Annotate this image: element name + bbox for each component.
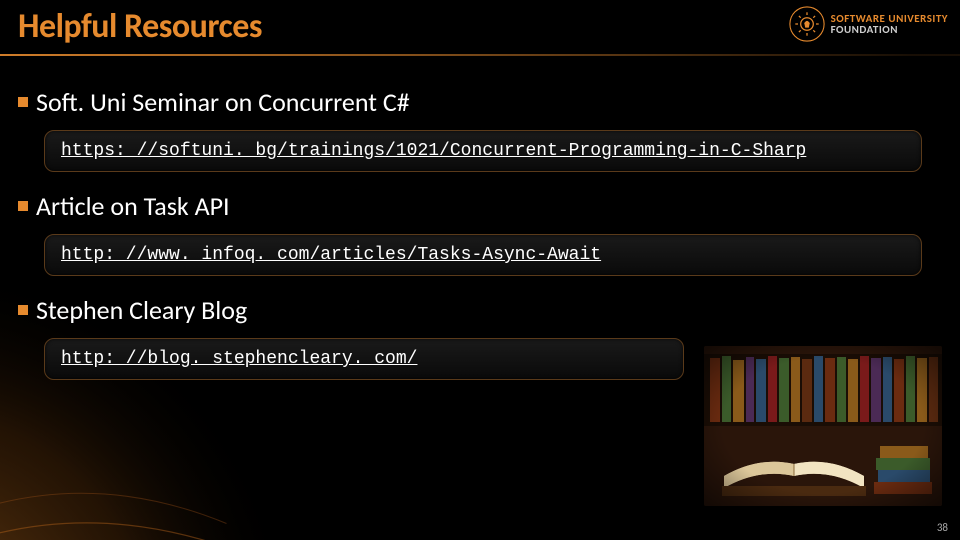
bullet-text: Soft. Uni Seminar on Concurrent C# — [36, 86, 410, 118]
resource-link[interactable]: http: //blog. stephencleary. com/ — [61, 349, 417, 369]
page-number: 38 — [937, 521, 948, 534]
lightbulb-gear-icon — [789, 6, 825, 42]
bullet-item: Soft. Uni Seminar on Concurrent C# — [18, 86, 942, 118]
slide-title: Helpful Resources — [18, 6, 262, 47]
slide: Helpful Resources SOFTWARE — [0, 0, 960, 540]
brand-line2: FOUNDATION — [831, 24, 948, 35]
link-box: http: //www. infoq. com/articles/Tasks-A… — [44, 234, 922, 276]
brand-text: SOFTWARE UNIVERSITY FOUNDATION — [831, 13, 948, 35]
books-photo — [704, 346, 942, 506]
resource-link[interactable]: http: //www. infoq. com/articles/Tasks-A… — [61, 245, 601, 265]
bullet-text: Article on Task API — [36, 190, 230, 222]
square-bullet-icon — [18, 97, 28, 107]
title-underline — [0, 54, 960, 56]
square-bullet-icon — [18, 201, 28, 211]
link-box: http: //blog. stephencleary. com/ — [44, 338, 684, 380]
link-box: https: //softuni. bg/trainings/1021/Conc… — [44, 130, 922, 172]
resource-link[interactable]: https: //softuni. bg/trainings/1021/Conc… — [61, 141, 806, 161]
brand-logo: SOFTWARE UNIVERSITY FOUNDATION — [789, 6, 948, 42]
square-bullet-icon — [18, 305, 28, 315]
bullet-item: Stephen Cleary Blog — [18, 294, 942, 326]
bullet-text: Stephen Cleary Blog — [36, 294, 247, 326]
bullet-item: Article on Task API — [18, 190, 942, 222]
